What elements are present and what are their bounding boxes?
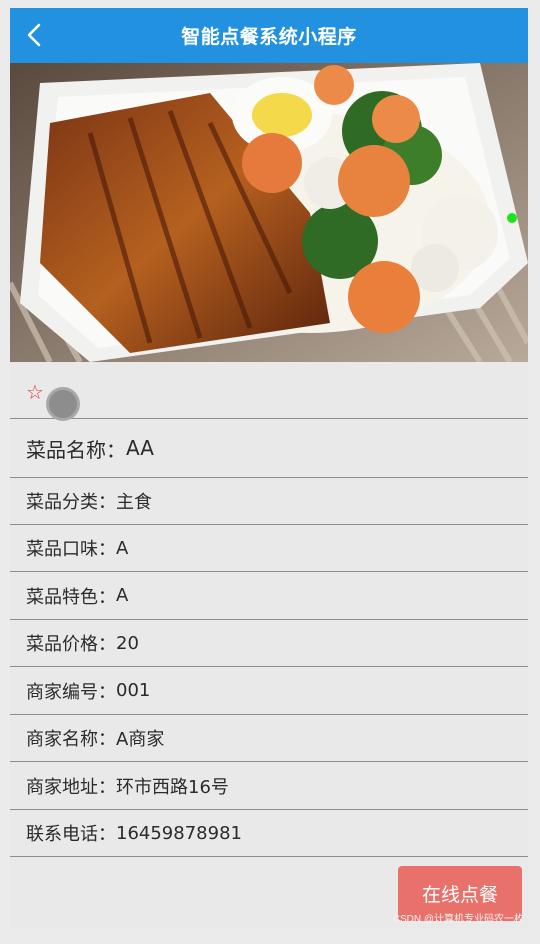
detail-row-merchant-address: 商家地址： 环市西路16号: [10, 762, 528, 810]
dish-image: [10, 63, 528, 362]
detail-row-merchant-id: 商家编号： 001: [10, 667, 528, 715]
page-frame: 智能点餐系统小程序 ☆ 菜品名称： AA 菜品分类： 主食 菜品口味： A 菜品…: [10, 8, 528, 929]
detail-row-feature: 菜品特色： A: [10, 572, 528, 620]
detail-value: 环市西路16号: [116, 776, 229, 798]
detail-label: 商家地址：: [26, 776, 116, 798]
detail-label: 菜品分类：: [26, 492, 116, 513]
favorite-row: ☆: [10, 373, 528, 421]
detail-value: A商家: [116, 729, 165, 750]
detail-label: 菜品特色：: [26, 586, 116, 608]
detail-value: 20: [116, 632, 139, 654]
watermark: CSDN @计算机专业码农一枚: [392, 914, 524, 925]
touch-indicator: [46, 387, 80, 421]
detail-value: 主食: [116, 492, 152, 513]
detail-label: 菜品价格：: [26, 634, 116, 655]
detail-row-phone: 联系电话： 16459878981: [10, 810, 528, 857]
detail-value: AA: [126, 436, 154, 460]
detail-label: 商家编号：: [26, 681, 116, 703]
detail-label: 菜品口味：: [26, 539, 116, 560]
detail-value: A: [116, 537, 129, 559]
detail-row-taste: 菜品口味： A: [10, 525, 528, 572]
page-title: 智能点餐系统小程序: [181, 26, 357, 48]
star-outline-icon[interactable]: ☆: [26, 382, 44, 402]
detail-row-merchant-name: 商家名称： A商家: [10, 715, 528, 762]
detail-row-category: 菜品分类： 主食: [10, 478, 528, 525]
detail-value: 16459878981: [116, 822, 242, 844]
detail-label: 商家名称：: [26, 729, 116, 750]
detail-label: 菜品名称：: [26, 437, 126, 462]
header-bar: 智能点餐系统小程序: [10, 8, 528, 63]
detail-row-price: 菜品价格： 20: [10, 620, 528, 667]
detail-row-dish-name: 菜品名称： AA: [10, 419, 528, 478]
detail-value: 001: [116, 680, 151, 701]
carousel-indicator[interactable]: [507, 213, 517, 223]
detail-value: A: [116, 585, 129, 606]
detail-label: 联系电话：: [26, 824, 116, 845]
